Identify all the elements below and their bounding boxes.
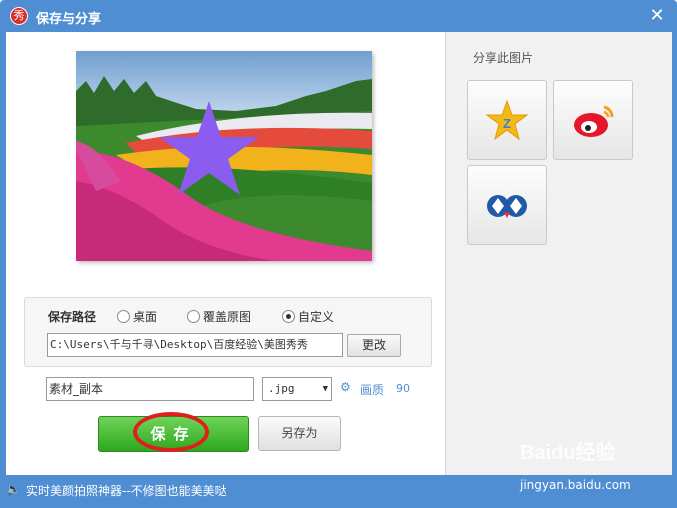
- share-panel: 分享此图片 Z: [445, 32, 672, 475]
- image-preview: [76, 51, 372, 261]
- radio-custom-label[interactable]: 自定义: [298, 308, 334, 325]
- svg-text:Z: Z: [503, 116, 511, 131]
- highlight-circle: [133, 412, 209, 452]
- radio-overwrite[interactable]: [187, 310, 200, 323]
- format-select[interactable]: .jpg ▼: [262, 377, 332, 401]
- save-as-button[interactable]: 另存为: [258, 416, 341, 451]
- share-weibo-button[interactable]: [553, 80, 633, 160]
- close-button[interactable]: ✕: [647, 6, 667, 26]
- change-path-button[interactable]: 更改: [347, 334, 401, 357]
- save-share-window: 秀 保存与分享 ✕ 保存路径 桌面 覆盖原图 自定义 C:\Users\千与千寻…: [0, 0, 677, 508]
- quality-value: 90: [396, 382, 410, 395]
- file-name-field[interactable]: 素材_副本: [46, 377, 254, 401]
- radio-desktop-label[interactable]: 桌面: [133, 308, 157, 325]
- save-path-field[interactable]: C:\Users\千与千寻\Desktop\百度经验\美图秀秀: [47, 333, 343, 357]
- weibo-icon: [574, 105, 614, 137]
- format-value: .jpg: [268, 382, 295, 395]
- save-path-label: 保存路径: [48, 310, 97, 324]
- title-bar[interactable]: 秀 保存与分享 ✕: [0, 0, 677, 32]
- flower-field-photo: [76, 51, 372, 261]
- radio-overwrite-label[interactable]: 覆盖原图: [203, 308, 251, 325]
- watermark-url: jingyan.baidu.com: [520, 478, 631, 492]
- share-qzone-button[interactable]: Z: [467, 80, 547, 160]
- status-ad-link[interactable]: 实时美颜拍照神器--不修图也能美美哒: [26, 482, 227, 499]
- share-renren-button[interactable]: [467, 165, 547, 245]
- radio-custom[interactable]: [282, 310, 295, 323]
- speaker-icon: 🔈: [6, 482, 21, 496]
- watermark-brand: Baidu经验: [520, 442, 616, 464]
- window-title: 保存与分享: [36, 12, 102, 27]
- dialog-content: 保存路径 桌面 覆盖原图 自定义 C:\Users\千与千寻\Desktop\百…: [6, 32, 672, 475]
- gear-icon[interactable]: ⚙: [340, 381, 352, 393]
- app-logo-icon: 秀: [10, 7, 28, 25]
- qzone-star-icon: Z: [485, 99, 529, 141]
- share-title: 分享此图片: [473, 51, 534, 65]
- radio-desktop[interactable]: [117, 310, 130, 323]
- renren-icon: [487, 195, 527, 218]
- chevron-down-icon: ▼: [322, 384, 328, 394]
- save-path-panel: 保存路径 桌面 覆盖原图 自定义 C:\Users\千与千寻\Desktop\百…: [24, 297, 432, 367]
- quality-link[interactable]: 画质: [360, 381, 384, 398]
